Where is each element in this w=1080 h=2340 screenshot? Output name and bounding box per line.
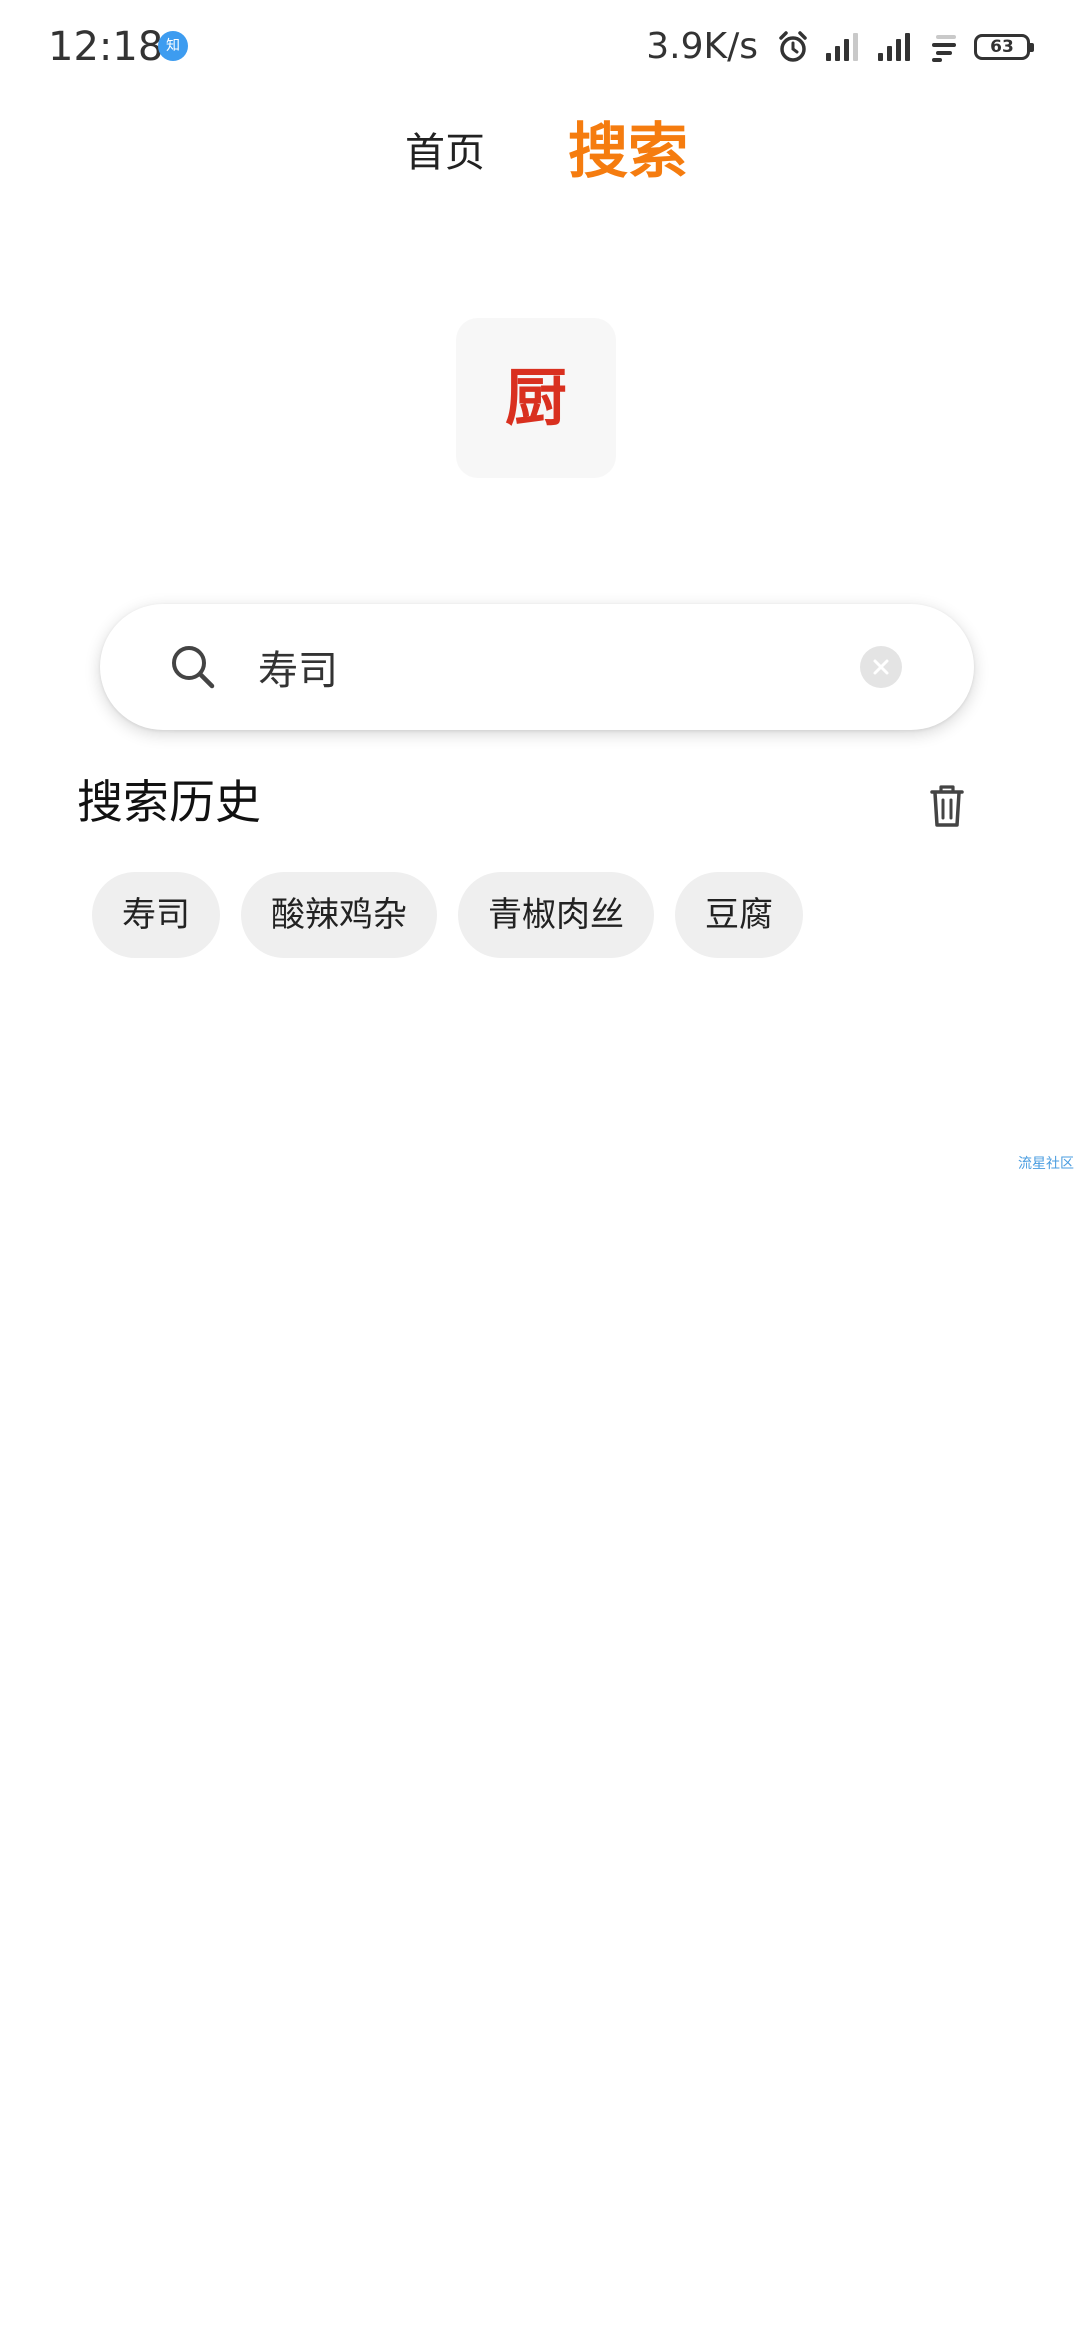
search-bar[interactable]: [100, 604, 974, 730]
clear-search-button[interactable]: [860, 646, 902, 688]
status-bar: 12:18 知 3.9K/s 63: [0, 0, 1080, 92]
tab-home[interactable]: 首页: [405, 126, 485, 180]
search-input[interactable]: [258, 634, 818, 700]
battery-level: 63: [990, 37, 1014, 57]
history-chip[interactable]: 寿司: [92, 872, 220, 958]
network-speed: 3.9K/s: [646, 26, 758, 67]
history-chip[interactable]: 酸辣鸡杂: [241, 872, 437, 958]
history-title: 搜索历史: [77, 775, 261, 829]
history-chip[interactable]: 青椒肉丝: [458, 872, 654, 958]
signal-icon: [826, 33, 858, 61]
close-icon: [873, 659, 889, 675]
history-chips: 寿司 酸辣鸡杂 青椒肉丝 豆腐: [92, 872, 803, 958]
battery-icon: 63: [974, 34, 1034, 60]
watermark-text: 流星社区: [1018, 1156, 1074, 1172]
status-right-group: 3.9K/s 63: [646, 22, 1034, 72]
trash-icon[interactable]: [928, 782, 966, 828]
history-chip[interactable]: 豆腐: [675, 872, 803, 958]
search-icon[interactable]: [168, 642, 218, 692]
status-time: 12:18: [48, 24, 164, 70]
signal-icon: [878, 33, 910, 61]
app-notification-icon: 知: [158, 31, 188, 61]
app-logo-text: 厨: [504, 361, 567, 434]
alarm-icon: [779, 31, 807, 62]
tab-search[interactable]: 搜索: [568, 112, 688, 192]
wifi-icon: [932, 35, 956, 62]
top-nav: 首页 搜索: [0, 100, 1080, 210]
app-logo: 厨: [456, 318, 616, 478]
